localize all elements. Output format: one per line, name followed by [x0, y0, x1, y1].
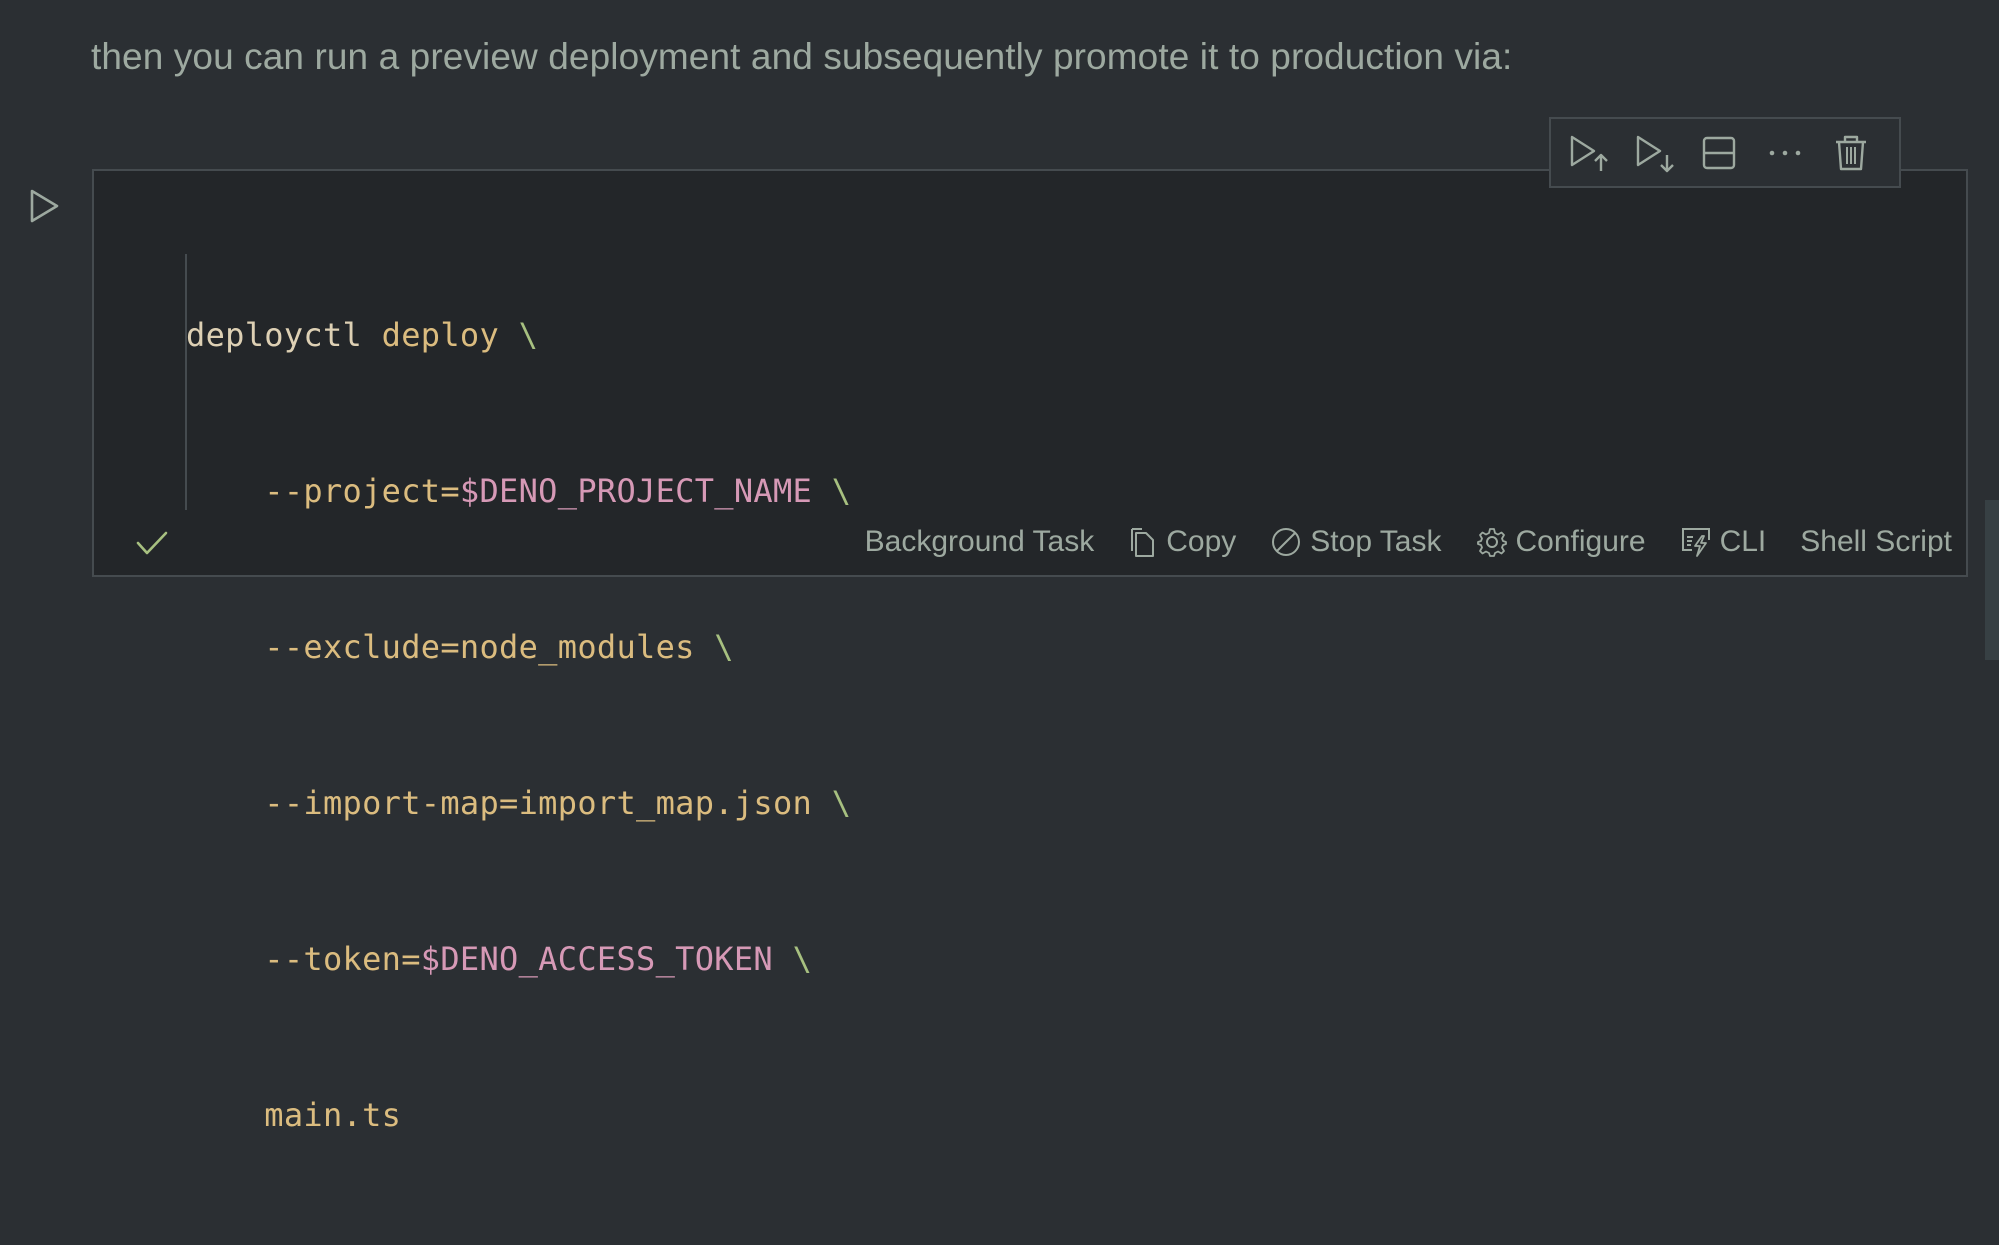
split-icon [1702, 136, 1736, 169]
cli-button[interactable]: CLI [1680, 525, 1766, 559]
code-line: deployctl deploy \ [186, 316, 539, 354]
code-line: --exclude=node_modules \ [264, 628, 734, 666]
cell-status-bar: Background Task Copy Stop Task Configure… [94, 515, 1966, 575]
check-icon [136, 531, 168, 555]
trash-icon [1836, 135, 1866, 170]
configure-button[interactable]: Configure [1476, 525, 1646, 559]
stop-task-button[interactable]: Stop Task [1270, 525, 1442, 559]
code-block[interactable]: deployctl deploy \ --project=$DENO_PROJE… [186, 205, 851, 1245]
description-paragraph: then you can run a preview deployment an… [91, 36, 1513, 77]
scrollbar-thumb[interactable] [1985, 500, 1999, 660]
cell-toolbar [1549, 117, 1901, 188]
code-line: --token=$DENO_ACCESS_TOKEN \ [264, 940, 813, 978]
copy-button[interactable]: Copy [1128, 525, 1236, 559]
more-actions-button[interactable] [1767, 128, 1833, 178]
split-cell-button[interactable] [1701, 128, 1767, 178]
ellipsis-icon [1769, 150, 1801, 155]
code-line: main.ts [264, 1096, 402, 1134]
background-task-button[interactable]: Background Task [865, 525, 1095, 559]
copy-icon [1131, 528, 1155, 557]
play-arrow-down-icon [1636, 135, 1674, 172]
delete-cell-button[interactable] [1833, 128, 1899, 178]
execute-below-button[interactable] [1635, 128, 1701, 178]
play-icon [30, 189, 59, 223]
code-cell[interactable]: deployctl deploy \ --project=$DENO_PROJE… [92, 169, 1968, 1134]
code-line: --project=$DENO_PROJECT_NAME \ [264, 472, 852, 510]
terminal-bolt-icon [1681, 528, 1710, 557]
run-cell-button[interactable] [28, 188, 62, 224]
code-line: --import-map=import_map.json \ [264, 784, 852, 822]
stop-icon [1272, 528, 1301, 556]
play-arrow-up-icon [1570, 135, 1608, 171]
gear-icon [1476, 528, 1507, 557]
execute-above-button[interactable] [1569, 128, 1635, 178]
shell-script-language-button[interactable]: Shell Script [1800, 525, 1952, 559]
